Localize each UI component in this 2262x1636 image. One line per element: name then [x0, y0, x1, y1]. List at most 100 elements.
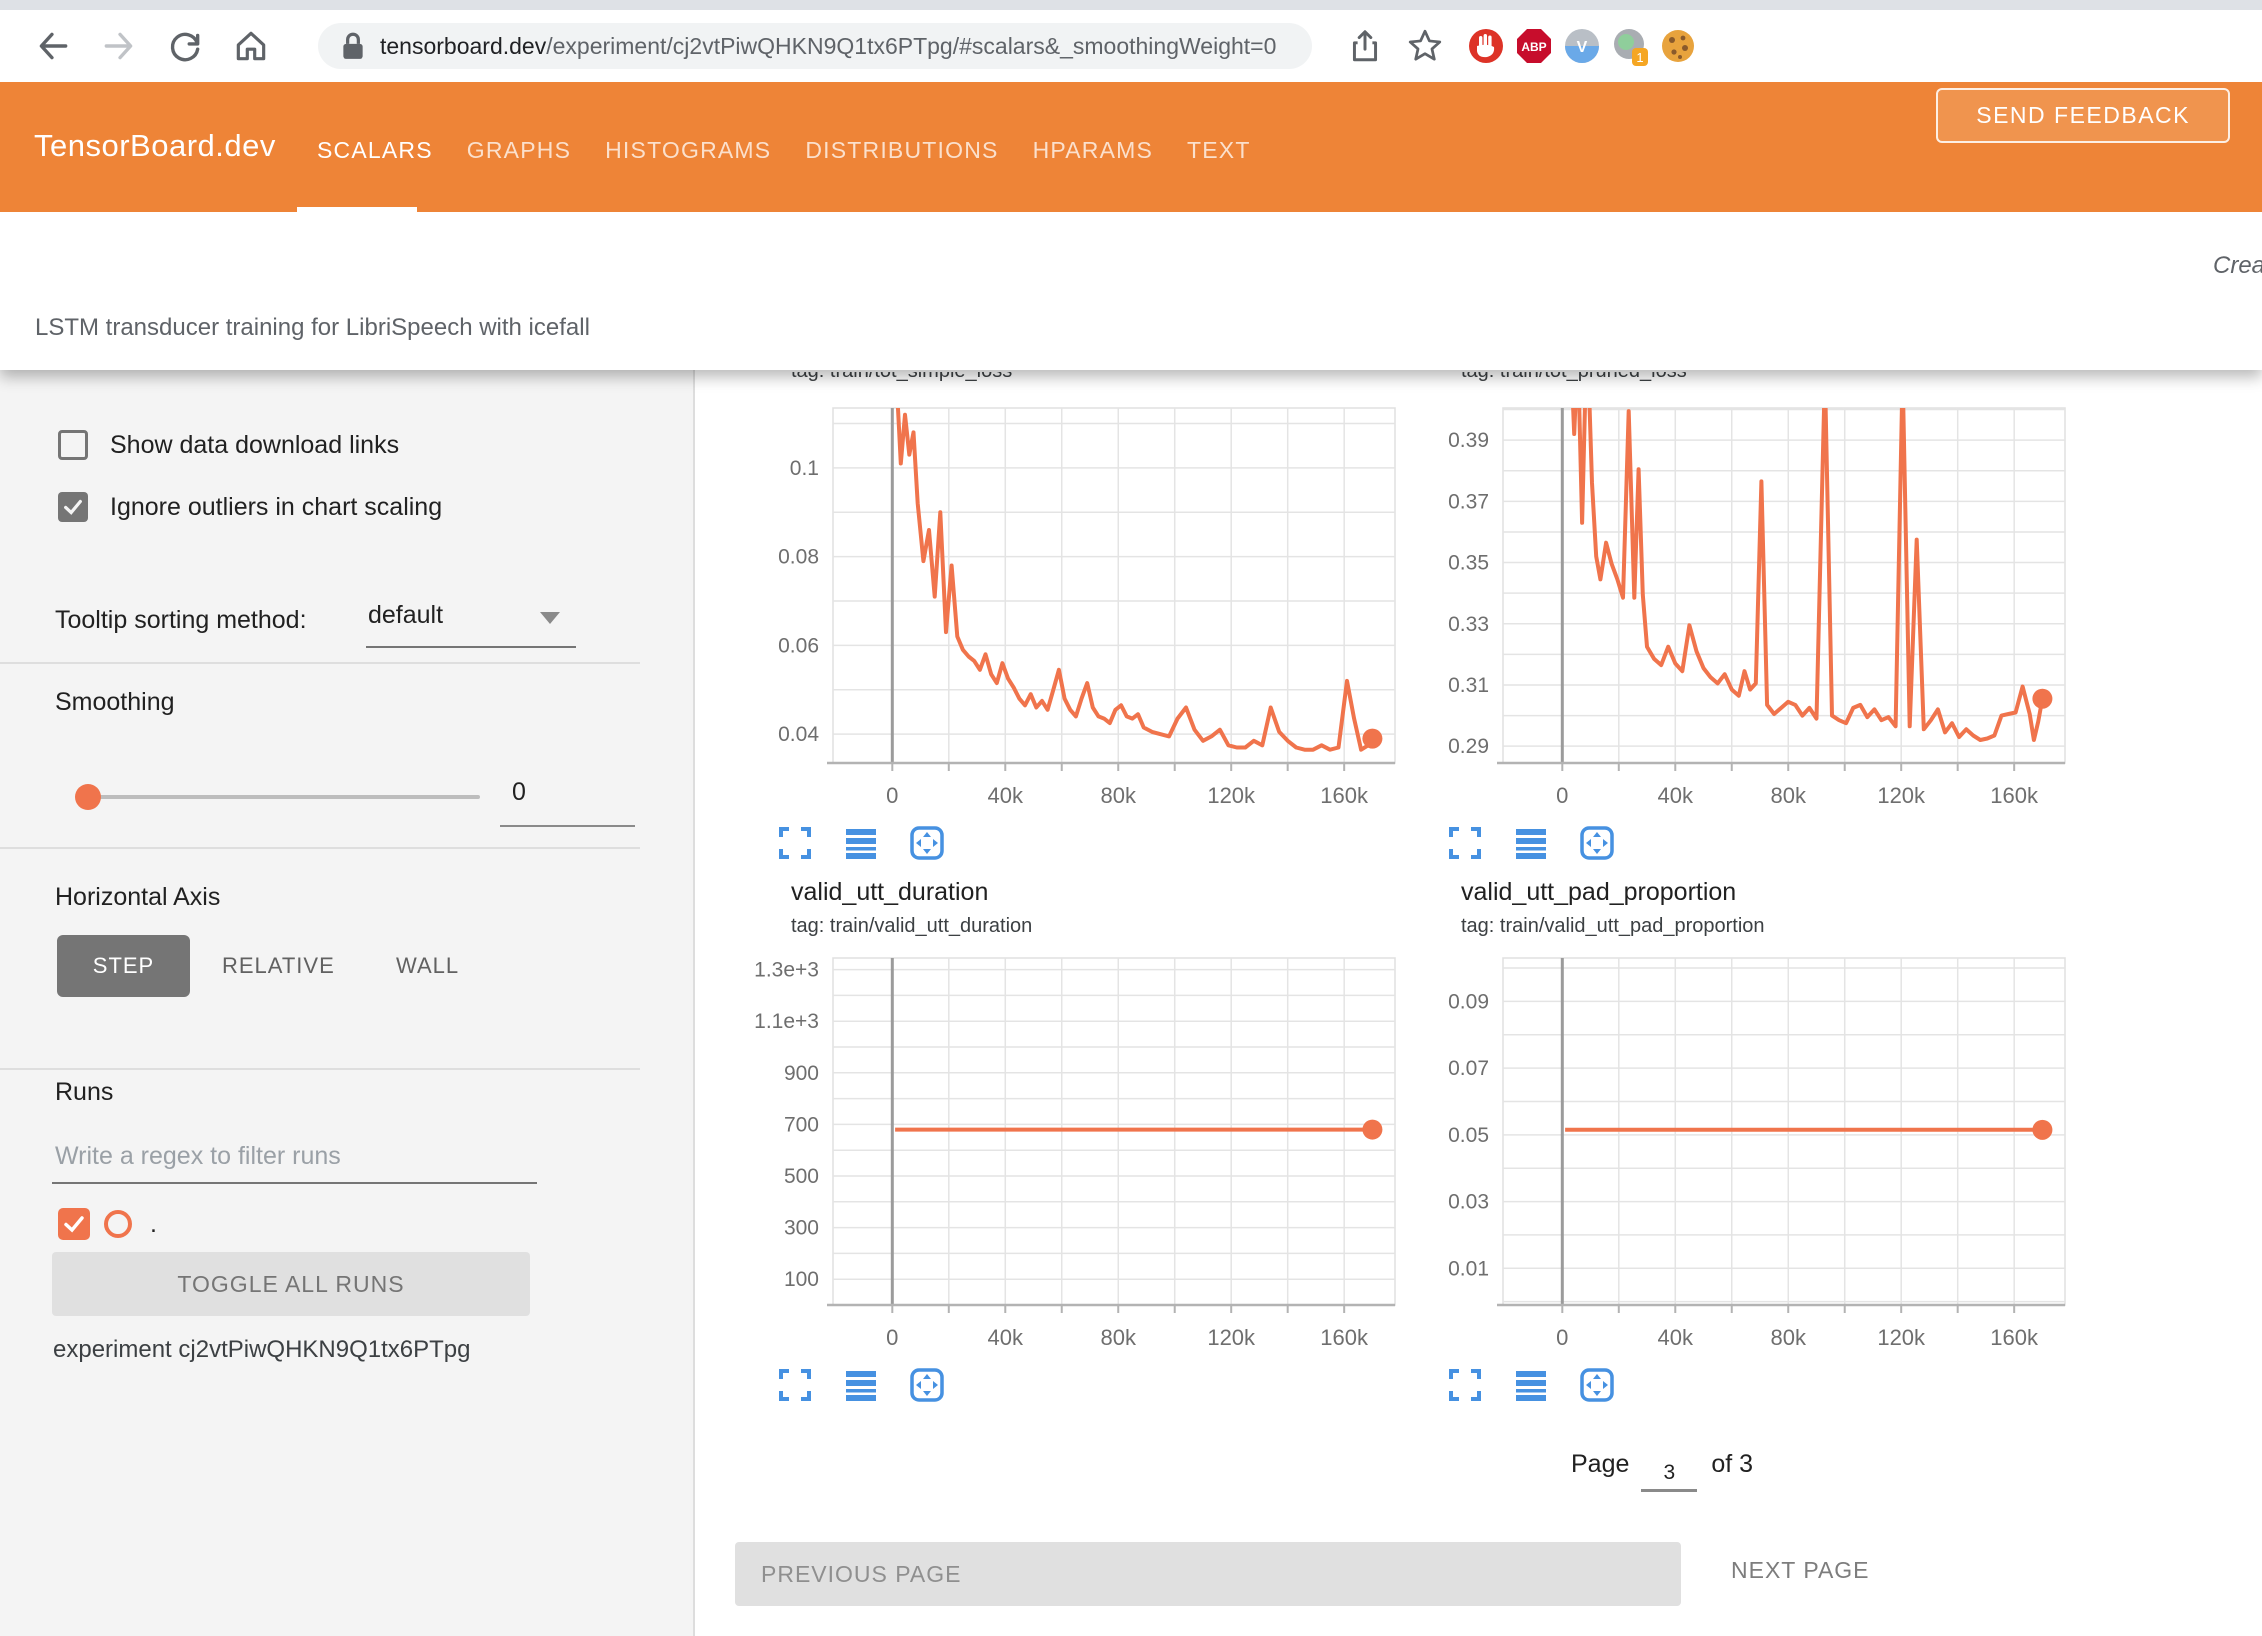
- fullscreen-icon[interactable]: [1447, 1367, 1483, 1403]
- scalar-chart[interactable]: 1003005007009001.1e+31.3e+3040k80k120k16…: [733, 952, 1405, 1363]
- checkbox-unchecked-icon[interactable]: [58, 430, 88, 460]
- data-table-icon[interactable]: [843, 825, 879, 861]
- tab-hparams[interactable]: HPARAMS: [1016, 137, 1170, 164]
- data-table-icon[interactable]: [1513, 1367, 1549, 1403]
- chart-actions: [1447, 1367, 2075, 1403]
- show-download-links-checkbox-row[interactable]: Show data download links: [58, 430, 399, 460]
- home-icon[interactable]: [232, 27, 270, 65]
- select-underline: [366, 646, 576, 648]
- tab-graphs[interactable]: GRAPHS: [450, 137, 588, 164]
- url-text: tensorboard.dev/experiment/cj2vtPiwQHKN9…: [380, 33, 1276, 60]
- fit-domain-icon[interactable]: [909, 1367, 945, 1403]
- page-number-input[interactable]: 3: [1641, 1461, 1697, 1492]
- svg-text:0.04: 0.04: [778, 723, 819, 746]
- window-tab-strip: [0, 0, 2262, 10]
- svg-text:0.01: 0.01: [1448, 1257, 1489, 1280]
- bookmark-star-icon[interactable]: [1406, 27, 1444, 65]
- fullscreen-icon[interactable]: [777, 825, 813, 861]
- chevron-down-icon[interactable]: [540, 612, 560, 624]
- profile-extension-icon[interactable]: 1: [1610, 26, 1650, 66]
- svg-text:160k: 160k: [1320, 783, 1369, 808]
- toggle-all-runs-button[interactable]: TOGGLE ALL RUNS: [52, 1252, 530, 1316]
- svg-text:120k: 120k: [1877, 783, 1926, 808]
- tooltip-sorting-label: Tooltip sorting method:: [55, 606, 307, 635]
- svg-text:0.08: 0.08: [778, 546, 819, 569]
- refresh-icon[interactable]: [166, 27, 204, 65]
- svg-text:900: 900: [784, 1062, 819, 1085]
- abp-extension-icon[interactable]: ABP: [1514, 26, 1554, 66]
- fit-domain-icon[interactable]: [909, 825, 945, 861]
- svg-text:100: 100: [784, 1268, 819, 1291]
- svg-text:0.05: 0.05: [1448, 1124, 1489, 1147]
- chart-actions: [777, 825, 1405, 861]
- chart-tag-clipped: tag: train/tot_simple_loss: [733, 372, 1405, 388]
- chart-actions: [777, 1367, 1405, 1403]
- checkbox-label: Show data download links: [110, 431, 399, 460]
- adblock-hand-extension-icon[interactable]: [1466, 26, 1506, 66]
- previous-page-button[interactable]: PREVIOUS PAGE: [735, 1542, 1681, 1606]
- svg-text:0: 0: [886, 1325, 898, 1350]
- forward-icon[interactable]: [100, 27, 138, 65]
- scalar-chart[interactable]: 0.040.060.080.1040k80k120k160k: [733, 402, 1405, 821]
- fit-domain-icon[interactable]: [1579, 825, 1615, 861]
- smoothing-slider[interactable]: [77, 795, 480, 799]
- back-icon[interactable]: [34, 27, 72, 65]
- smoothing-value[interactable]: 0: [512, 778, 526, 807]
- tab-scalars[interactable]: SCALARS: [300, 137, 450, 164]
- svg-text:0: 0: [886, 783, 898, 808]
- send-feedback-button[interactable]: SEND FEEDBACK: [1936, 88, 2230, 143]
- svg-text:40k: 40k: [1658, 783, 1694, 808]
- data-table-icon[interactable]: [843, 1367, 879, 1403]
- tab-histograms[interactable]: HISTOGRAMS: [588, 137, 788, 164]
- tab-text[interactable]: TEXT: [1170, 137, 1268, 164]
- fit-domain-icon[interactable]: [1579, 1367, 1615, 1403]
- svg-text:0.03: 0.03: [1448, 1191, 1489, 1214]
- url-domain: tensorboard.dev: [380, 33, 546, 59]
- pagination-row: Page 3 of 3: [1571, 1450, 1753, 1485]
- runs-filter-input[interactable]: Write a regex to filter runs: [55, 1142, 341, 1171]
- svg-text:1.3e+3: 1.3e+3: [754, 959, 819, 982]
- svg-text:1.1e+3: 1.1e+3: [754, 1010, 819, 1033]
- charts-main: tag: train/tot_simple_loss 0.040.060.080…: [695, 370, 2262, 1636]
- svg-text:0: 0: [1556, 1325, 1568, 1350]
- chart-tag: tag: train/valid_utt_pad_proportion: [1461, 915, 2075, 938]
- ignore-outliers-checkbox-row[interactable]: Ignore outliers in chart scaling: [58, 492, 442, 522]
- svg-text:120k: 120k: [1207, 1325, 1256, 1350]
- tooltip-sorting-select[interactable]: default: [368, 601, 443, 630]
- address-bar[interactable]: tensorboard.dev/experiment/cj2vtPiwQHKN9…: [318, 23, 1312, 69]
- svg-text:0.39: 0.39: [1448, 429, 1489, 452]
- share-icon[interactable]: [1346, 27, 1384, 65]
- main-nav: SCALARS GRAPHS HISTOGRAMS DISTRIBUTIONS …: [300, 137, 1268, 164]
- fullscreen-icon[interactable]: [1447, 825, 1483, 861]
- axis-step-button[interactable]: STEP: [57, 935, 190, 997]
- divider: [0, 1068, 640, 1070]
- chart-card: tag: train/tot_simple_loss 0.040.060.080…: [733, 372, 1405, 861]
- runs-label: Runs: [55, 1078, 113, 1107]
- svg-text:160k: 160k: [1990, 1325, 2039, 1350]
- fullscreen-icon[interactable]: [777, 1367, 813, 1403]
- run-name: .: [150, 1210, 157, 1239]
- axis-relative-button[interactable]: RELATIVE: [216, 952, 341, 980]
- vimium-extension-icon[interactable]: V: [1562, 26, 1602, 66]
- run-checkbox[interactable]: [58, 1208, 90, 1240]
- runs-filter-underline: [52, 1182, 537, 1184]
- tab-distributions[interactable]: DISTRIBUTIONS: [788, 137, 1015, 164]
- cookie-extension-icon[interactable]: [1658, 26, 1698, 66]
- svg-text:V: V: [1577, 39, 1588, 56]
- active-tab-underline: [297, 207, 417, 212]
- svg-text:80k: 80k: [1100, 1325, 1136, 1350]
- chart-actions: [1447, 825, 2075, 861]
- experiment-title: LSTM transducer training for LibriSpeech…: [35, 314, 590, 342]
- svg-text:0.29: 0.29: [1448, 735, 1489, 758]
- chart-tag: tag: train/valid_utt_duration: [791, 915, 1405, 938]
- scalar-chart[interactable]: 0.290.310.330.350.370.39040k80k120k160k: [1403, 402, 2075, 821]
- checkbox-checked-icon[interactable]: [58, 492, 88, 522]
- axis-wall-button[interactable]: WALL: [390, 952, 465, 980]
- app-logo: TensorBoard.dev: [34, 128, 276, 164]
- next-page-button[interactable]: NEXT PAGE: [1725, 1556, 1876, 1585]
- scalar-chart[interactable]: 0.010.030.050.070.09040k80k120k160k: [1403, 952, 2075, 1363]
- experiment-caption: experiment cj2vtPiwQHKN9Q1tx6PTpg: [53, 1336, 471, 1364]
- data-table-icon[interactable]: [1513, 825, 1549, 861]
- svg-text:0: 0: [1556, 783, 1568, 808]
- slider-thumb[interactable]: [75, 784, 101, 810]
